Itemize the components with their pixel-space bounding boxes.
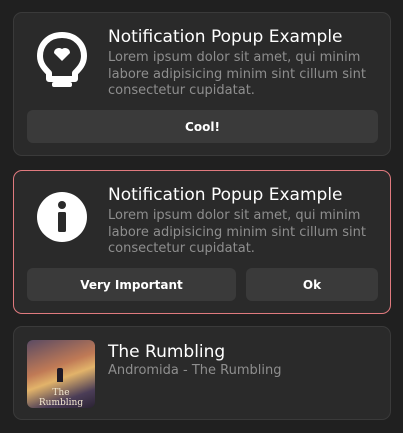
album-cover: The Rumbling [27,340,95,408]
cool-button[interactable]: Cool! [27,110,378,143]
info-icon [36,191,88,251]
ok-button[interactable]: Ok [246,268,378,301]
very-important-button[interactable]: Very Important [27,268,236,301]
lightbulb-icon [36,31,88,91]
notification-title: Notification Popup Example [108,185,343,205]
notification-title: Notification Popup Example [108,27,343,47]
album-cover-text: The Rumbling [38,388,84,408]
album-figure [57,368,63,382]
media-card[interactable]: The Rumbling The Rumbling Andromida - Th… [13,326,391,420]
notification-body: Lorem ipsum dolor sit amet, qui minim la… [108,208,366,256]
media-subtitle: Andromida - The Rumbling [108,363,282,378]
notification-card: Notification Popup Example Lorem ipsum d… [13,12,391,156]
media-title: The Rumbling [108,342,226,362]
notification-body: Lorem ipsum dolor sit amet, qui minim la… [108,50,366,98]
notification-card-urgent: Notification Popup Example Lorem ipsum d… [13,170,391,314]
